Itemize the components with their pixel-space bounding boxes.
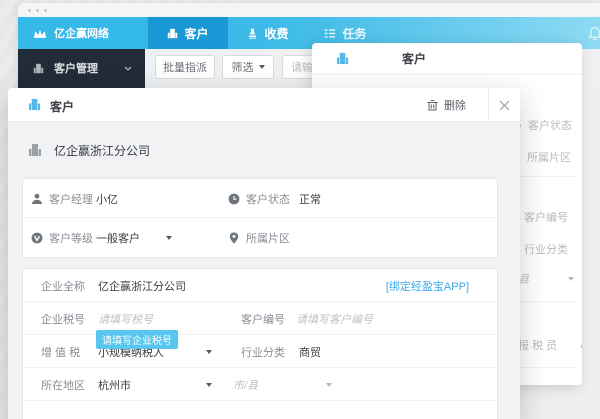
caret-down-icon <box>206 349 212 354</box>
crown-icon <box>33 29 47 38</box>
form-row: 企业全称 亿企赢浙江分公司 [绑定经盈宝APP] <box>23 269 497 302</box>
delete-button[interactable]: 删除 <box>427 97 466 113</box>
delete-button-label: 删除 <box>444 100 466 112</box>
manager-value[interactable]: 小亿 <box>96 191 118 207</box>
modal-title: 客户 <box>50 100 75 114</box>
window-control-dot <box>44 9 47 12</box>
area-label: 所属片区 <box>527 152 571 164</box>
info-row: 客户经理 小亿 客户状态 正常 <box>23 179 497 218</box>
detail-panel-title: 客户 <box>402 52 427 66</box>
region-label: 所在地区 <box>41 379 85 392</box>
close-icon <box>499 100 510 110</box>
status-label: 客户状态 <box>246 193 290 206</box>
stamp-icon <box>249 28 257 39</box>
person-icon <box>32 193 42 204</box>
status-label: 客户状态 <box>528 120 572 132</box>
window-control-dot <box>36 9 39 12</box>
tab-label: 收费 <box>264 26 289 41</box>
area-label: 所属片区 <box>246 232 290 245</box>
notification-bell-icon[interactable] <box>588 26 600 46</box>
tab-label: 任务 <box>342 26 367 41</box>
basic-info-card: 客户经理 小亿 客户状态 正常 客户等级 一般客户 所属片区 <box>22 178 498 258</box>
level-badge-icon <box>31 232 43 243</box>
customer-no-label: 客户编号 <box>524 212 568 224</box>
building-icon <box>336 52 349 65</box>
level-dropdown-value[interactable]: 一般客户 <box>96 230 140 246</box>
info-row: 客户等级 一般客户 所属片区 <box>23 218 497 257</box>
filter-button[interactable]: 筛选 <box>222 55 274 79</box>
close-button[interactable] <box>489 88 520 122</box>
tax-no-label: 企业税号 <box>41 313 85 326</box>
full-name-value[interactable]: 亿企赢浙江分公司 <box>98 278 186 294</box>
customer-no-fragment: 客户编号 <box>524 209 568 225</box>
manager-label: 客户经理 <box>49 193 93 206</box>
caret-down-icon <box>166 235 172 240</box>
level-label: 客户等级 <box>49 232 93 245</box>
building-icon <box>168 28 178 38</box>
region-dropdown-value[interactable]: 杭州市 <box>98 377 131 393</box>
industry-fragment: 行业分类 <box>524 241 568 257</box>
customer-no-input[interactable]: 请填写客户编号 <box>296 311 373 327</box>
filter-button-label: 筛选 <box>231 62 254 74</box>
caret-down-icon <box>258 65 265 69</box>
caret-down-icon <box>326 382 332 387</box>
detail-panel-header: 客户 <box>312 43 582 75</box>
industry-value[interactable]: 商贸 <box>299 344 321 360</box>
pin-icon <box>229 231 239 244</box>
caret-down-icon <box>206 382 212 387</box>
trash-icon <box>427 100 438 111</box>
city-dropdown-placeholder[interactable]: 市/县 <box>233 377 258 393</box>
chevron-down-icon <box>124 66 132 71</box>
industry-label: 行业分类 <box>241 346 285 359</box>
clock-icon <box>228 193 240 204</box>
window-control-dot <box>28 9 31 12</box>
tax-agent-label: 报 税 员 <box>518 340 558 352</box>
industry-label: 行业分类 <box>524 244 568 256</box>
form-row: 增 值 税 小规模纳税人 行业分类 商贸 <box>23 335 497 368</box>
customer-modal: 客户 删除 亿企赢浙江分公司 客户经理 小亿 客户状态 正常 客户等级 一般客户… <box>8 88 520 419</box>
building-icon <box>29 144 41 156</box>
status-value[interactable]: 正常 <box>299 191 321 207</box>
window-titlebar <box>18 3 600 17</box>
tax-no-input[interactable]: 请填写税号 <box>98 311 153 327</box>
form-row-clipped <box>23 401 497 419</box>
task-list-icon <box>325 28 336 38</box>
brand-logo: 亿企赢网络 <box>18 17 145 49</box>
company-header-row: 亿企赢浙江分公司 <box>8 136 520 164</box>
building-icon <box>28 98 41 111</box>
form-row: 企业税号 请填写税号 客户编号 请填写客户编号 <box>23 302 497 335</box>
tax-agent-value: 小 <box>580 337 582 353</box>
full-name-label: 企业全称 <box>41 280 85 293</box>
tab-customers[interactable]: 客户 <box>148 17 228 49</box>
form-row: 所在地区 杭州市 市/县 <box>23 368 497 401</box>
tab-label: 客户 <box>184 26 209 41</box>
sidebar-item-label: 客户管理 <box>54 63 98 75</box>
sidebar-item-customer-management[interactable]: 客户管理 <box>18 59 145 77</box>
modal-header: 客户 删除 <box>8 88 520 122</box>
brand-name: 亿企赢网络 <box>54 28 109 40</box>
building-icon <box>33 63 44 73</box>
vat-label: 增 值 税 <box>41 346 81 359</box>
tab-billing[interactable]: 收费 <box>228 17 308 49</box>
page-background: 亿企赢网络 客户 收费 任务 客户管理 批量指派 筛选 客户 客户状态 所属片区… <box>0 0 600 419</box>
caret-down-icon <box>568 277 574 281</box>
company-form-card: 企业全称 亿企赢浙江分公司 [绑定经盈宝APP] 企业税号 请填写税号 客户编号… <box>22 268 498 419</box>
company-name: 亿企赢浙江分公司 <box>54 143 151 158</box>
tax-no-tooltip: 请填写企业税号 <box>96 330 178 349</box>
bind-app-link[interactable]: [绑定经盈宝APP] <box>386 278 469 294</box>
customer-no-label: 客户编号 <box>241 313 285 326</box>
batch-assign-button[interactable]: 批量指派 <box>155 55 215 79</box>
